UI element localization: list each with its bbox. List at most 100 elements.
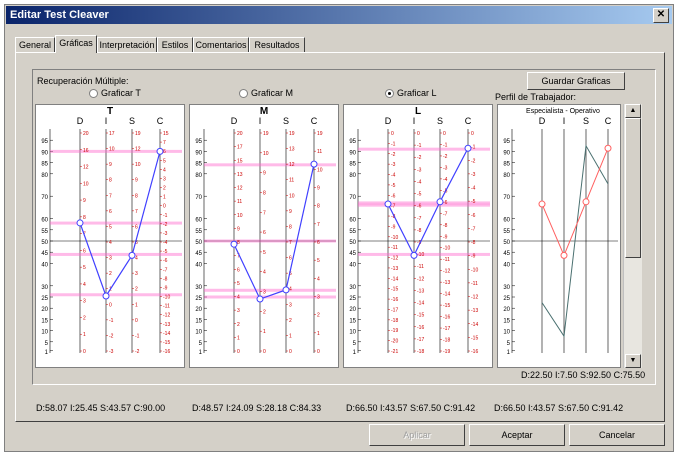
radio-graficar-m[interactable] (239, 89, 248, 98)
scale-label-c: -10 (163, 295, 170, 301)
radio-graficar-l[interactable] (385, 89, 394, 98)
scale-label-c: 9 (317, 186, 320, 192)
scale-label-d: -14 (391, 276, 398, 282)
scale-label-i: 1 (263, 329, 266, 335)
y-tick-label: 85 (349, 162, 356, 168)
scale-label-c: 0 (471, 131, 474, 137)
y-tick-label: 85 (41, 162, 48, 168)
y-tick-label: 25 (195, 296, 202, 302)
y-tick-label: 45 (349, 251, 356, 257)
scale-label-d: -13 (391, 266, 398, 272)
tab-estilos[interactable]: Estilos (157, 37, 193, 52)
scale-label-c: 0 (317, 349, 320, 355)
scale-label-c: -16 (471, 349, 478, 355)
scale-label-d: 5 (83, 265, 86, 271)
perfil-label: Perfil de Trabajador: (495, 92, 577, 102)
scale-label-i: -16 (417, 325, 424, 331)
scale-label-c: -12 (471, 295, 478, 301)
y-tick-label: 90 (503, 150, 510, 156)
scale-label-s: -15 (443, 303, 450, 309)
scroll-thumb[interactable] (625, 118, 641, 258)
tab-interpretacion[interactable]: Interpretación (97, 37, 157, 52)
aceptar-button[interactable]: Aceptar (469, 424, 565, 446)
y-tick-label: 55 (503, 229, 510, 235)
scroll-down-button[interactable]: ▼ (625, 354, 641, 368)
tab-graficas[interactable]: Gráficas (55, 35, 97, 53)
chart-l: L D I S C 95 90 85 80 70 60 55 50 45 40 30 25 20 15 10 5 1 0 -1… (343, 104, 493, 368)
scale-label-i: 6 (109, 209, 112, 215)
perfil-title: Especialista - Operativo (526, 108, 600, 115)
scale-label-c: -14 (471, 322, 478, 328)
scale-label-c: -9 (163, 285, 168, 291)
scale-label-d: 9 (237, 226, 240, 232)
scale-label-i: 9 (263, 171, 266, 177)
scale-label-s: 12 (135, 147, 141, 153)
scale-label-c: 5 (163, 158, 166, 164)
scale-label-c: 5 (317, 258, 320, 264)
y-tick-label: 80 (195, 173, 202, 179)
tab-general[interactable]: General (15, 37, 55, 52)
chart-t: T D I S C 95 90 85 80 70 60 55 50 45 40 30 25 20 15 10 5 1 20 1… (35, 104, 185, 368)
y-tick-label: 55 (41, 229, 48, 235)
scale-label-s: 1 (289, 333, 292, 339)
scale-label-i: 0 (263, 349, 266, 355)
scale-label-i: -11 (417, 264, 424, 270)
scale-label-s: -14 (443, 292, 450, 298)
scale-label-s: -4 (443, 177, 448, 183)
scale-label-c: 1 (163, 195, 166, 201)
y-tick-label: 45 (41, 251, 48, 257)
data-point-i (102, 292, 110, 300)
tab-resultados[interactable]: Resultados (249, 37, 305, 52)
tab-comentarios[interactable]: Comentarios (193, 37, 249, 52)
scale-label-s: 8 (135, 193, 138, 199)
y-tick-label: 1 (353, 350, 357, 356)
close-button[interactable]: ✕ (653, 8, 669, 23)
scale-label-d: -10 (391, 235, 398, 241)
scale-label-d: 2 (83, 315, 86, 321)
data-point-c (464, 144, 472, 152)
column-header-s: S (283, 116, 289, 126)
scale-label-s: 9 (289, 209, 292, 215)
scale-label-s: 3 (289, 302, 292, 308)
scale-label-s: -16 (443, 315, 450, 321)
y-tick-label: 15 (349, 318, 356, 324)
column-header-i: I (259, 116, 262, 126)
radio-graficar-t[interactable] (89, 89, 98, 98)
perfil-point-s (582, 198, 590, 206)
scale-label-c: 15 (163, 131, 169, 137)
scale-label-s: -2 (443, 154, 448, 160)
data-point-i (256, 295, 264, 303)
cancelar-button[interactable]: Cancelar (569, 424, 665, 446)
perfil-point-i (560, 251, 568, 259)
scroll-up-button[interactable]: ▲ (625, 104, 641, 118)
scale-label-s: 6 (289, 256, 292, 262)
scale-label-c: 0 (163, 204, 166, 210)
scale-label-s: -1 (135, 333, 140, 339)
scale-label-d: 8 (237, 240, 240, 246)
y-tick-label: 50 (349, 240, 356, 246)
scale-label-d: 20 (83, 131, 89, 137)
scale-label-c: -1 (163, 213, 168, 219)
title-bar: Editar Test Cleaver ✕ (6, 6, 672, 24)
scale-label-s: -2 (135, 349, 140, 355)
column-header-c: C (157, 116, 164, 126)
scale-label-d: 0 (83, 349, 86, 355)
scale-label-c: 7 (317, 222, 320, 228)
scale-label-i: 10 (263, 151, 269, 157)
scale-label-d: -6 (391, 193, 396, 199)
y-tick-label: 95 (503, 139, 510, 145)
perfil-scrollbar[interactable]: ▲ ▼ (623, 104, 642, 368)
scale-label-d: 5 (237, 281, 240, 287)
scale-label-s: -10 (443, 246, 450, 252)
y-tick-label: 25 (349, 296, 356, 302)
y-tick-label: 90 (349, 150, 356, 156)
scale-label-c: -15 (471, 335, 478, 341)
y-tick-label: 70 (195, 195, 202, 201)
y-tick-label: 1 (507, 350, 511, 356)
chart-title: L (415, 106, 421, 117)
guardar-graficas-button[interactable]: Guardar Graficas (527, 72, 625, 90)
scale-label-s: 0 (135, 318, 138, 324)
scale-label-d: -9 (391, 224, 396, 230)
aplicar-button[interactable]: Aplicar (369, 424, 465, 446)
scale-label-c: -14 (163, 331, 170, 337)
